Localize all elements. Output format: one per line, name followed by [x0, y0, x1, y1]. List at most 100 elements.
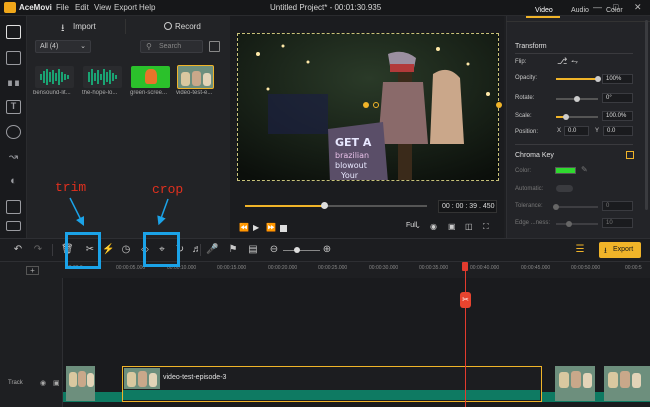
opacity-field[interactable]: 100% [602, 74, 633, 84]
tab-color[interactable]: Color [606, 7, 623, 14]
previous-frame-icon[interactable]: ⏪ [239, 223, 249, 232]
menu-file[interactable]: File [56, 3, 69, 12]
close-icon[interactable]: ✕ [634, 2, 642, 13]
menu-export[interactable]: Export [114, 3, 137, 12]
filter-value: All (4) [40, 43, 59, 50]
rotate-slider-knob[interactable] [574, 96, 580, 102]
templates-icon[interactable] [6, 221, 21, 231]
edge-slider-knob[interactable] [566, 221, 572, 227]
zoom-in-icon[interactable]: ⊕ [321, 244, 333, 256]
ruler-tick: 00:00:35.000 [419, 265, 449, 271]
elements-icon[interactable] [6, 200, 21, 214]
transform-handle-right[interactable] [496, 102, 502, 108]
import-icon: ⭳ [61, 23, 65, 34]
tab-video[interactable]: Video [535, 7, 553, 14]
opacity-slider-knob[interactable] [595, 76, 601, 82]
position-y-field[interactable]: 0.0 [603, 126, 633, 136]
speed-icon[interactable]: ⚡ [102, 244, 114, 256]
eyedropper-icon[interactable]: ✎ [581, 165, 588, 174]
undo-icon[interactable]: ↶ [12, 244, 24, 256]
eye-icon[interactable]: ◉ [40, 379, 46, 387]
media-item-audio-1[interactable] [35, 66, 74, 88]
play-icon[interactable]: ▶ [253, 223, 259, 232]
snapshot-icon[interactable]: ◉ [430, 222, 437, 231]
transform-handle[interactable] [363, 102, 369, 108]
text-icon[interactable]: T [6, 100, 21, 114]
next-frame-icon[interactable]: ⏩ [266, 223, 276, 232]
annotation-arrows [69, 197, 169, 227]
stop-icon[interactable] [280, 225, 287, 232]
tolerance-slider-knob[interactable] [553, 204, 559, 210]
timeline-clip-thumb[interactable] [555, 366, 595, 401]
scale-field[interactable]: 100.0% [602, 111, 633, 121]
flip-label: Flip: [515, 59, 527, 65]
media-library-icon[interactable] [6, 25, 21, 39]
add-track-button[interactable]: + [26, 266, 39, 275]
menu-help[interactable]: Help [139, 3, 155, 12]
inspector-scrollbar[interactable] [645, 20, 648, 210]
subtitle-icon[interactable]: ▤ [247, 244, 259, 256]
scale-slider-knob[interactable] [563, 114, 569, 120]
ruler-tick: 00:00:05.000 [116, 265, 146, 271]
pip-icon[interactable]: ▣ [448, 222, 456, 231]
zoom-slider-knob[interactable] [294, 247, 300, 253]
lock-icon[interactable]: ▣ [53, 379, 60, 387]
menu-edit[interactable]: Edit [75, 3, 89, 12]
menu-view[interactable]: View [94, 3, 111, 12]
rotate-handle[interactable] [373, 102, 379, 108]
filters-icon[interactable]: ◐ [6, 175, 21, 189]
chroma-color-swatch[interactable] [555, 167, 576, 174]
split-view-icon[interactable]: ◫ [465, 222, 473, 231]
redo-icon[interactable]: ↷ [32, 244, 44, 256]
timeline-clip-thumb[interactable] [604, 366, 650, 401]
flip-vertical-icon[interactable]: ⥊ [571, 56, 578, 67]
svg-text:Your: Your [340, 171, 359, 180]
settings-sliders-icon[interactable]: ☰ [574, 244, 586, 256]
video-frame: GET A brazilian blowout Your [238, 34, 498, 180]
fullscreen-icon[interactable]: ⛶ [483, 222, 489, 232]
marker-icon[interactable]: ⚑ [227, 244, 239, 256]
position-label: Position: [515, 129, 539, 135]
edge-slider[interactable] [556, 223, 598, 225]
media-item-audio-2[interactable] [83, 66, 122, 88]
freeze-frame-icon[interactable]: ◷ [120, 244, 132, 256]
voiceover-icon[interactable]: 🎤 [206, 244, 218, 256]
filter-dropdown[interactable]: All (4) ⌄ [35, 40, 91, 53]
ruler-tick: 00:00:45.000 [521, 265, 551, 271]
transitions-icon[interactable]: ↝ [6, 150, 21, 164]
playback-progress-knob[interactable] [321, 202, 328, 209]
window-title: Untitled Project* - 00:01:30.935 [270, 3, 382, 12]
automatic-label: Automatic: [515, 186, 544, 192]
layers-icon[interactable] [6, 51, 21, 65]
split-scissors-icon[interactable]: ✂ [460, 292, 471, 308]
timeline-clip-selected[interactable]: video-test-episode-3 [122, 366, 542, 402]
zoom-out-icon[interactable]: ⊖ [268, 244, 280, 256]
edge-field[interactable]: 10 [602, 218, 633, 228]
zoom-slider[interactable] [283, 250, 320, 251]
tolerance-field[interactable]: 0 [602, 201, 633, 211]
tolerance-slider[interactable] [556, 206, 598, 208]
rotate-field[interactable]: 0° [602, 93, 633, 103]
record-button[interactable]: Record [130, 19, 220, 34]
tab-audio[interactable]: Audio [571, 7, 589, 14]
flip-horizontal-icon[interactable]: ⎇ [557, 56, 567, 67]
automatic-toggle[interactable] [556, 185, 573, 192]
minimize-icon[interactable]: — [593, 2, 602, 12]
position-x-field[interactable]: 0.0 [564, 126, 589, 136]
import-button[interactable]: ⭳ Import [40, 19, 126, 34]
grid-view-icon[interactable] [209, 41, 220, 52]
timeline-clip-thumb[interactable] [66, 366, 95, 401]
search-input[interactable]: ⚲ Search [140, 40, 203, 53]
audio-icon[interactable]: ∎∎ [6, 76, 21, 90]
chroma-key-checkbox[interactable] [626, 151, 634, 159]
media-item-video[interactable] [177, 65, 214, 89]
detach-audio-icon[interactable]: ♬ [191, 244, 203, 256]
export-button[interactable]: ⭳ Export [599, 242, 641, 258]
effects-icon[interactable] [6, 125, 21, 139]
ruler-tick: 00:00:50.000 [571, 265, 601, 271]
ruler-tick: 00:00:30.000 [369, 265, 399, 271]
svg-text:GET A: GET A [335, 136, 372, 149]
media-item-green-screen[interactable] [131, 66, 170, 88]
edge-thickness-label: Edge ...ness: [515, 220, 551, 226]
playhead-handle[interactable] [462, 262, 468, 271]
